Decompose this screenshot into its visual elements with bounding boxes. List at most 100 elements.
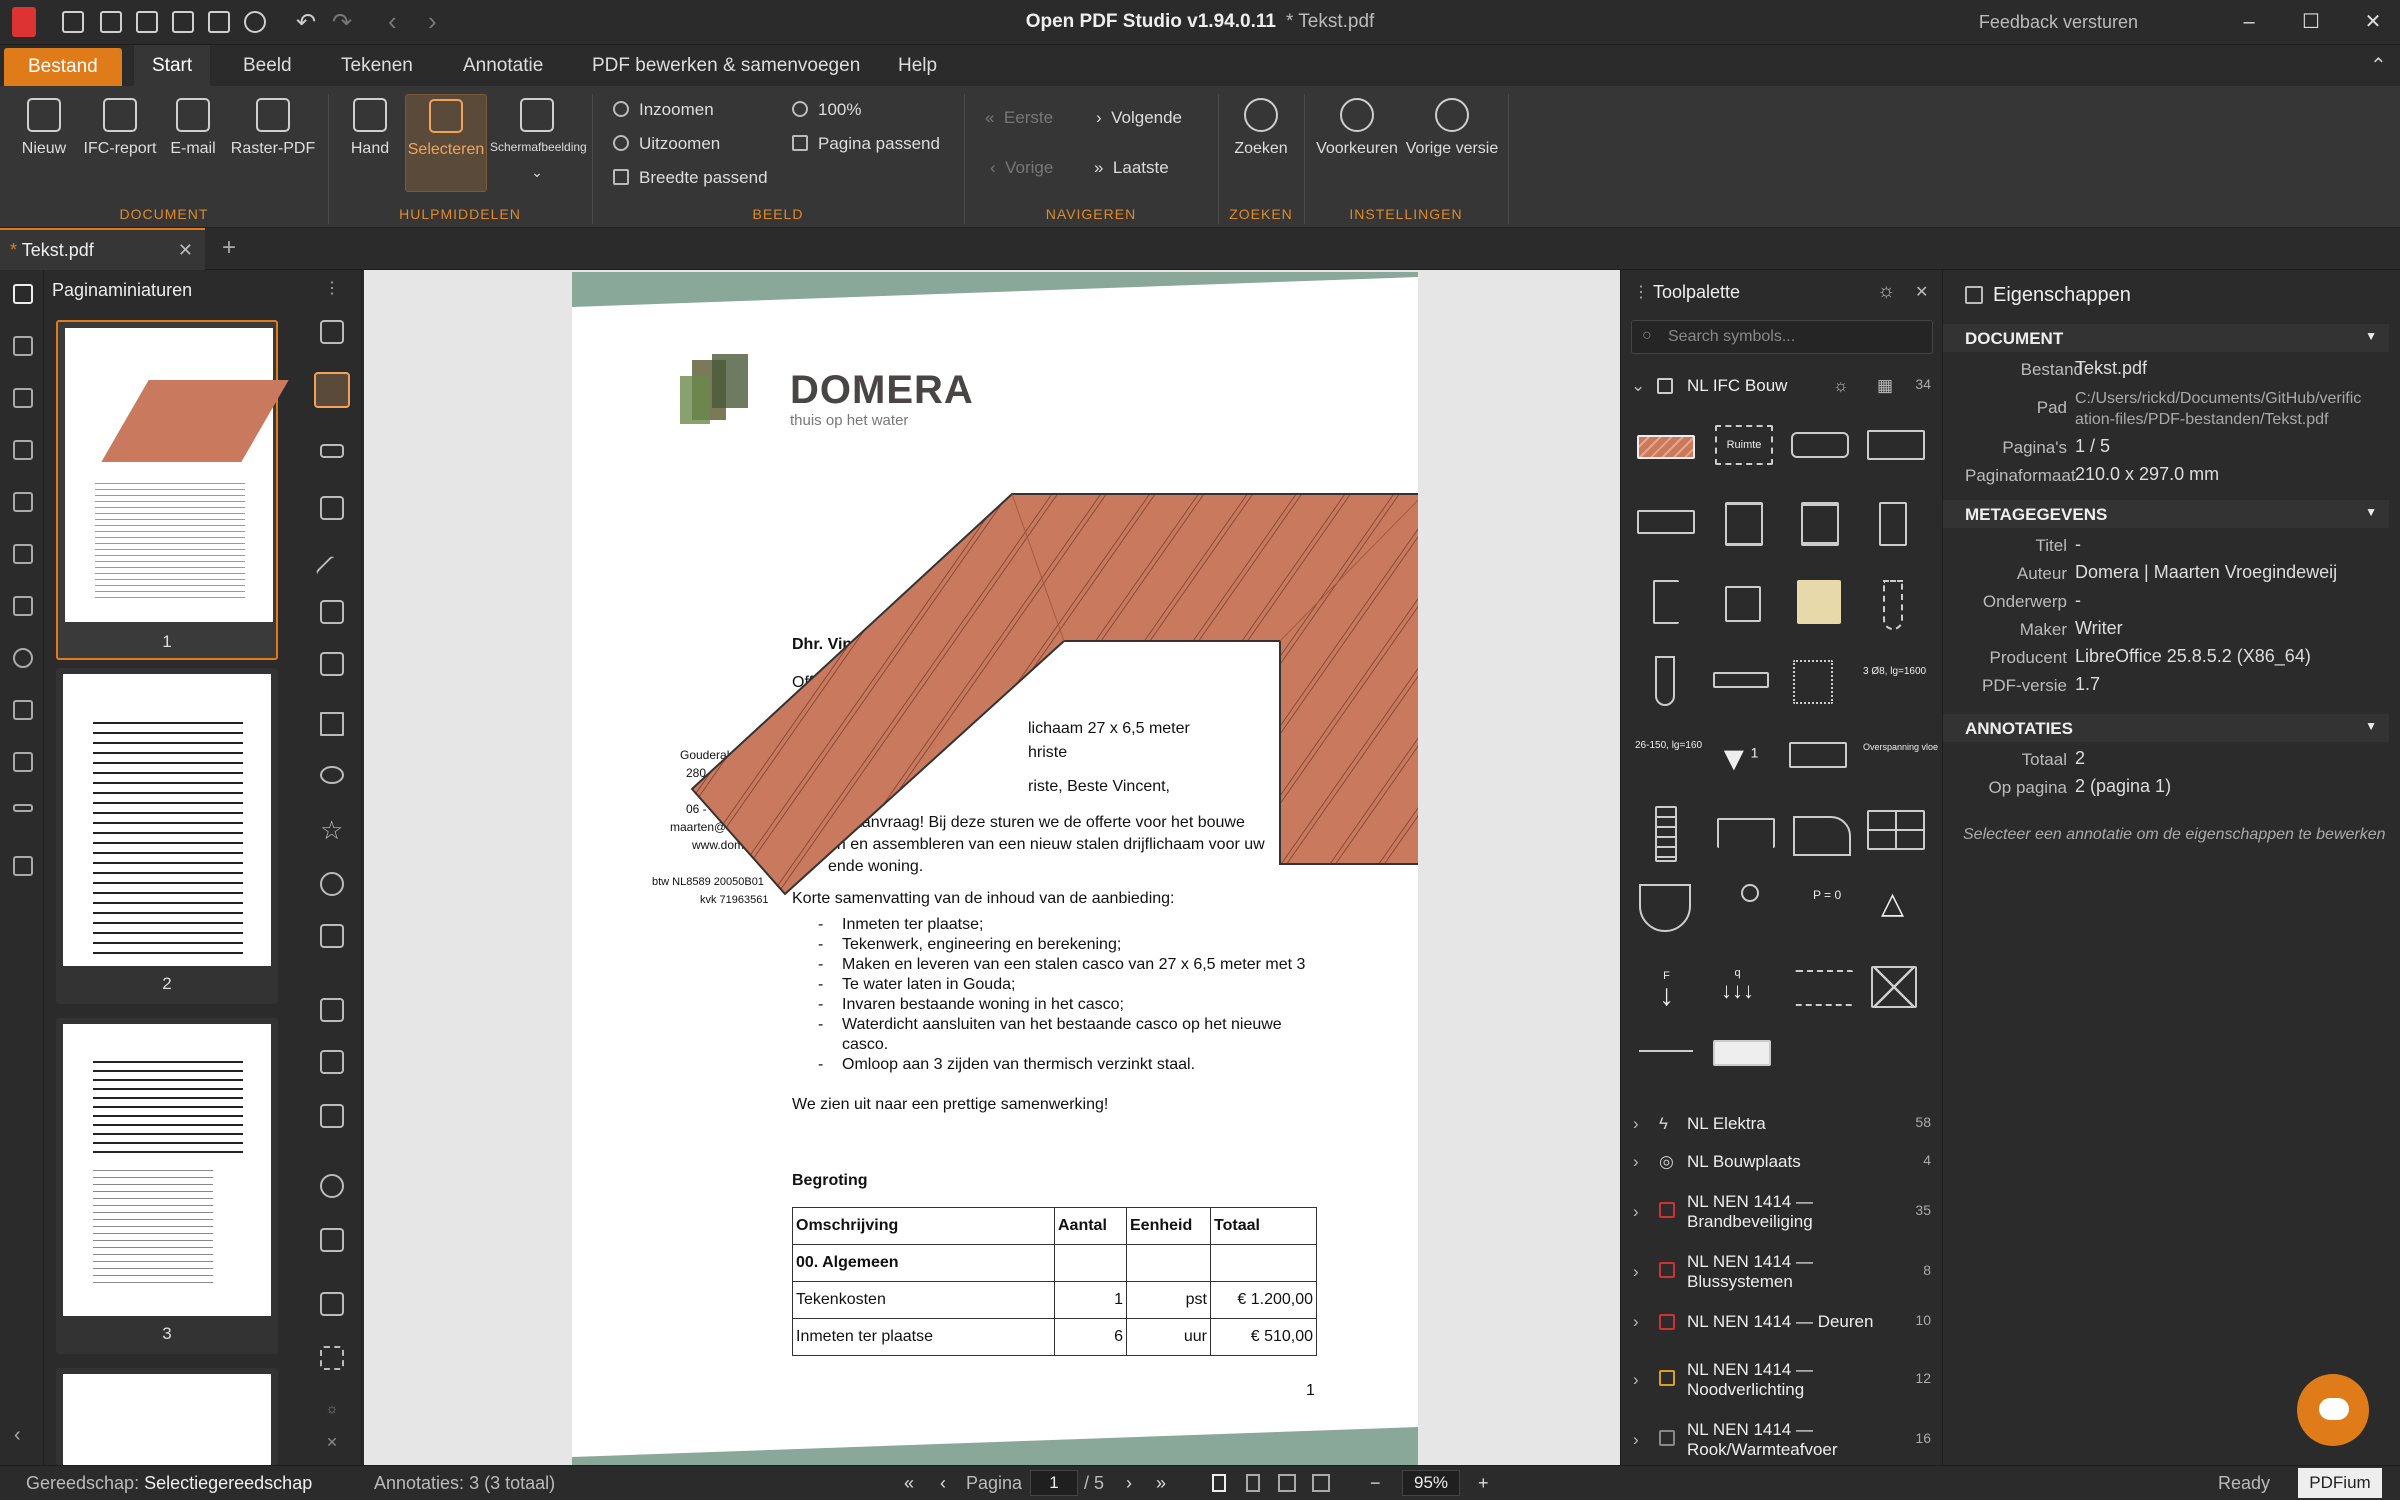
hollow-slab-symbol[interactable]: [1791, 432, 1849, 458]
two-page-view-icon[interactable]: [1278, 1474, 1296, 1492]
collapse-sidebar-icon[interactable]: ‹: [14, 1424, 21, 1447]
anchor-symbol[interactable]: [1713, 672, 1769, 688]
collapse-ribbon-icon[interactable]: ⌃: [2370, 53, 2387, 78]
close-tab-icon[interactable]: ✕: [178, 230, 193, 270]
floor-level-symbol[interactable]: [1789, 742, 1847, 768]
first-page-button[interactable]: «: [904, 1473, 914, 1494]
tab-beeld[interactable]: Beeld: [225, 45, 310, 86]
drag-handle-icon[interactable]: ⋮: [320, 278, 344, 302]
pagina-passend-button[interactable]: Pagina passend: [792, 134, 940, 154]
attachment-icon[interactable]: [13, 440, 33, 460]
freeform-icon[interactable]: [320, 924, 344, 948]
form-icon[interactable]: [13, 596, 33, 616]
category-noodverlichting[interactable]: › NL NEN 1414 — Noodverlichting 12: [1621, 1360, 1943, 1404]
hatched-wall-annotation[interactable]: [572, 272, 1418, 1465]
duct-bend-symbol[interactable]: [1793, 816, 1851, 856]
shield-grid-symbol[interactable]: [1639, 884, 1691, 932]
spring-symbol[interactable]: [1795, 970, 1853, 1006]
minimize-button[interactable]: –: [2234, 8, 2264, 36]
distributed-load-symbol[interactable]: q ↓↓↓: [1721, 960, 1754, 1002]
measure-icon[interactable]: [13, 804, 33, 812]
select-tool-icon[interactable]: [314, 372, 350, 408]
text-lines-icon[interactable]: [320, 444, 344, 458]
page-thumbnail-2[interactable]: 2: [56, 668, 278, 1004]
panel-symbol[interactable]: [1713, 1040, 1771, 1066]
i-beam-narrow-symbol[interactable]: [1879, 502, 1907, 546]
c-channel-symbol[interactable]: [1653, 580, 1679, 624]
note-icon[interactable]: [320, 1104, 344, 1128]
area-select-icon[interactable]: [320, 1346, 344, 1370]
star-icon[interactable]: ☆: [320, 817, 344, 843]
document-canvas[interactable]: DOMERA thuis op het water Dhr. Vin Off l…: [364, 270, 1620, 1465]
ladder-symbol[interactable]: [1655, 806, 1677, 862]
space-symbol[interactable]: Ruimte: [1715, 425, 1773, 465]
selecteren-button[interactable]: Selecteren: [405, 94, 487, 192]
grid-view-icon[interactable]: ▦: [1877, 376, 1893, 396]
pencil-icon[interactable]: [320, 496, 344, 520]
measure-tool-icon[interactable]: [320, 1292, 344, 1316]
tab-start[interactable]: Start: [134, 45, 211, 86]
thumbnails-icon[interactable]: [13, 284, 33, 304]
point-load-symbol[interactable]: [1741, 884, 1759, 902]
tag-icon[interactable]: [13, 700, 33, 720]
continuous-view-icon[interactable]: [1246, 1474, 1260, 1492]
eerste-button[interactable]: « Eerste: [985, 108, 1053, 128]
volgende-button[interactable]: › Volgende: [1096, 108, 1182, 128]
support-symbol[interactable]: △: [1881, 886, 1904, 921]
stamp-icon[interactable]: [320, 1174, 344, 1198]
arrow-icon[interactable]: [320, 600, 344, 624]
level-marker-symbol[interactable]: ▼1: [1717, 740, 1758, 779]
page-thumbnail-3[interactable]: 3: [56, 1018, 278, 1354]
hinge-symbol[interactable]: [1639, 1050, 1693, 1052]
line-icon[interactable]: [315, 555, 349, 589]
maximize-button[interactable]: ☐: [2296, 8, 2326, 36]
section-annotaties[interactable]: ANNOTATIES ▼: [1943, 714, 2389, 742]
bookmark-icon[interactable]: [13, 336, 33, 356]
palette-settings-icon[interactable]: ☼: [1877, 280, 1895, 303]
rebar-column-symbol[interactable]: [1793, 660, 1833, 704]
symbol-search-input[interactable]: Search symbols... ○: [1631, 320, 1933, 354]
schermafbeelding-button[interactable]: Schermafbeelding ⌄: [490, 98, 587, 181]
laatste-button[interactable]: » Laatste: [1094, 158, 1169, 178]
location-pin-icon[interactable]: [13, 648, 33, 668]
nieuw-button[interactable]: Nieuw: [14, 98, 74, 158]
force-arrow-symbol[interactable]: F ↓: [1659, 960, 1674, 1011]
callout-icon[interactable]: [320, 1050, 344, 1074]
tube-symbol[interactable]: [1725, 586, 1761, 622]
brick-wall-symbol[interactable]: [1637, 435, 1695, 459]
email-button[interactable]: E-mail: [166, 98, 220, 158]
pdf-page[interactable]: DOMERA thuis op het water Dhr. Vin Off l…: [572, 272, 1418, 1465]
category-brandbeveiliging[interactable]: › NL NEN 1414 — Brandbeveiliging 35: [1621, 1192, 1943, 1236]
tab-pdf-bewerken[interactable]: PDF bewerken & samenvoegen: [574, 45, 878, 86]
chat-button[interactable]: [2297, 1374, 2369, 1446]
close-toolbar-icon[interactable]: ✕: [320, 1434, 344, 1458]
panel-icon[interactable]: [1965, 286, 1983, 304]
section-metagegevens[interactable]: METAGEGEVENS ▼: [1943, 500, 2389, 528]
rectangle-icon[interactable]: [320, 712, 344, 736]
zoeken-button[interactable]: Zoeken: [1228, 98, 1294, 158]
pile-group-symbol[interactable]: [1717, 818, 1775, 848]
vorige-button[interactable]: ‹ Vorige: [990, 158, 1053, 178]
zoom-in-button[interactable]: +: [1478, 1473, 1489, 1494]
tab-tekenen[interactable]: Tekenen: [323, 45, 431, 86]
inzoomen-button[interactable]: Inzoomen: [613, 100, 714, 120]
uitzoomen-button[interactable]: Uitzoomen: [613, 134, 720, 154]
gear-icon[interactable]: ☼: [1833, 376, 1849, 396]
rebar-label-symbol[interactable]: 3 Ø8, lg=1600: [1863, 666, 1926, 677]
text-box-icon[interactable]: [320, 998, 344, 1022]
page-thumbnail-1[interactable]: 1: [56, 320, 289, 660]
ellipse-icon[interactable]: [320, 766, 344, 784]
polyline-icon[interactable]: [320, 652, 344, 676]
document-tab[interactable]: * Tekst.pdf ✕: [0, 228, 205, 270]
single-page-view-icon[interactable]: [1212, 1474, 1226, 1492]
prev-page-button[interactable]: ‹: [940, 1473, 946, 1494]
ifc-report-button[interactable]: IFC-report: [80, 98, 160, 158]
next-page-button[interactable]: ›: [1126, 1473, 1132, 1494]
vorige-versie-button[interactable]: Vorige versie: [1404, 98, 1500, 158]
zoom-100-button[interactable]: 100%: [792, 100, 861, 120]
tab-bestand[interactable]: Bestand: [4, 48, 122, 86]
breedte-passend-button[interactable]: Breedte passend: [613, 168, 768, 188]
rebar-spacing-symbol[interactable]: 26-150, lg=160: [1635, 740, 1702, 751]
column-symbol[interactable]: [1883, 580, 1903, 630]
insulation-symbol[interactable]: [1867, 430, 1925, 460]
